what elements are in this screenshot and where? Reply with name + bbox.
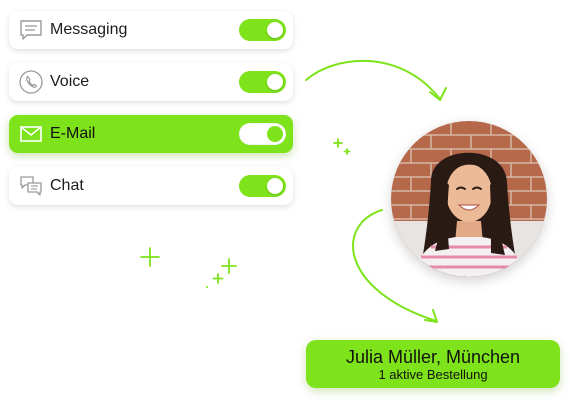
channel-label: E-Mail [50, 125, 96, 142]
customer-name: Julia Müller, München [345, 347, 521, 367]
customer-card[interactable]: Julia Müller, München 1 aktive Bestellun… [306, 340, 560, 388]
toggle-knob [267, 74, 283, 90]
messaging-toggle[interactable] [239, 19, 286, 41]
channel-row-voice[interactable]: Voice [9, 63, 293, 101]
arrow-to-avatar [305, 59, 441, 100]
channel-label: Chat [50, 177, 84, 194]
toggle-knob [267, 126, 283, 142]
customer-status: 1 aktive Bestellung [378, 367, 488, 382]
customer-avatar [391, 121, 547, 277]
sparkle-icon [140, 138, 351, 284]
chat-toggle[interactable] [239, 175, 286, 197]
channel-label: Voice [50, 73, 90, 90]
channel-label: Messaging [50, 21, 128, 38]
channel-row-messaging[interactable]: Messaging [9, 11, 293, 49]
phone-icon [19, 70, 43, 94]
message-icon [20, 20, 42, 40]
channel-row-email[interactable]: E-Mail [9, 115, 293, 153]
channel-routing-illustration: Messaging Voice E-Mail Chat Julia Müller… [0, 0, 570, 400]
customer-photo [391, 121, 547, 277]
voice-toggle[interactable] [239, 71, 286, 93]
channel-row-chat[interactable]: Chat [9, 167, 293, 205]
chat-icon [20, 176, 42, 196]
toggle-knob [267, 22, 283, 38]
toggle-knob [267, 178, 283, 194]
email-toggle[interactable] [239, 123, 286, 145]
mail-icon [20, 126, 42, 142]
